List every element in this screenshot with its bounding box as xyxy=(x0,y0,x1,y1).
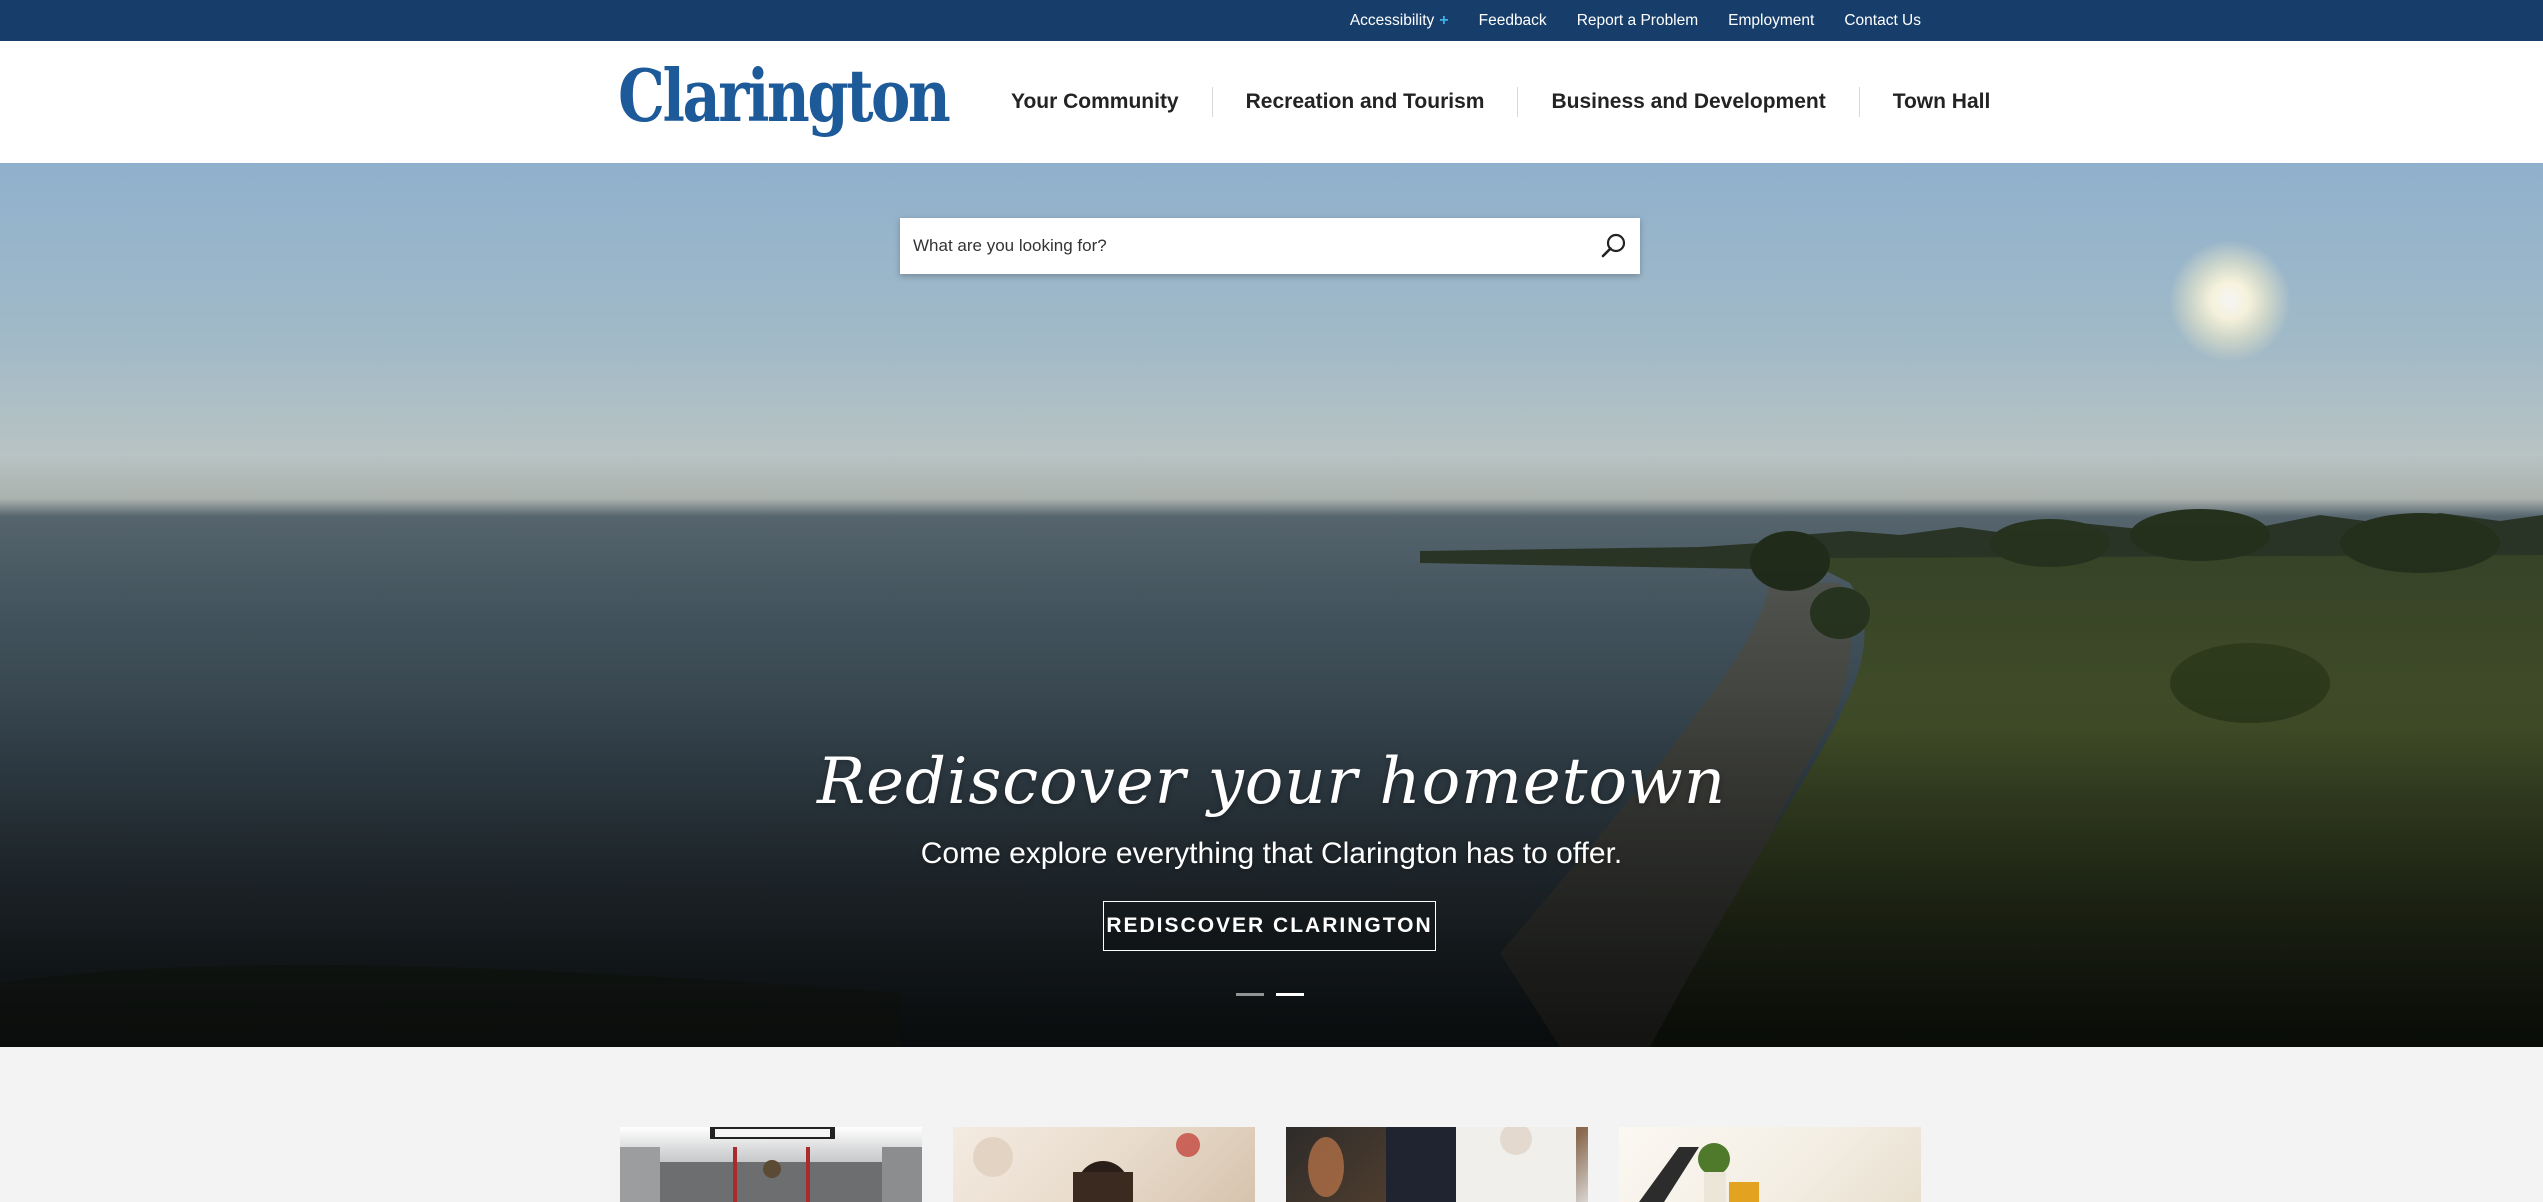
slider-indicators xyxy=(1236,993,1304,996)
slider-dot-2[interactable] xyxy=(1276,993,1304,996)
main-nav: Your Community Recreation and Tourism Bu… xyxy=(978,41,2023,163)
hero-title: Rediscover your hometown xyxy=(816,745,1727,819)
wedding-image xyxy=(1308,1127,1576,1202)
utility-bar: Accessibility + Feedback Report a Proble… xyxy=(0,0,2543,41)
search-box xyxy=(900,218,1640,274)
hero-banner: Rediscover your hometown Come explore ev… xyxy=(0,163,2543,1047)
nav-your-community[interactable]: Your Community xyxy=(978,90,1212,114)
nav-recreation-and-tourism[interactable]: Recreation and Tourism xyxy=(1213,90,1518,114)
feature-card-people[interactable] xyxy=(953,1127,1255,1202)
feature-card-office[interactable] xyxy=(1619,1127,1921,1202)
search-input[interactable] xyxy=(900,218,1580,274)
plus-icon: + xyxy=(1439,11,1449,29)
feature-card-wedding[interactable] xyxy=(1286,1127,1588,1202)
search-icon[interactable] xyxy=(1598,230,1630,262)
accessibility-link[interactable]: Accessibility + xyxy=(1350,12,1449,30)
feedback-link[interactable]: Feedback xyxy=(1479,12,1547,30)
office-desk-image xyxy=(1639,1143,1759,1202)
utility-links: Accessibility + Feedback Report a Proble… xyxy=(1350,0,1921,41)
feature-card-council-chamber[interactable] xyxy=(620,1127,922,1202)
people-image xyxy=(973,1133,1200,1202)
nav-town-hall[interactable]: Town Hall xyxy=(1860,90,2024,114)
clarington-logo[interactable]: Clarington xyxy=(618,53,951,138)
contact-us-link[interactable]: Contact Us xyxy=(1844,12,1921,30)
accessibility-link-label: Accessibility xyxy=(1349,11,1435,29)
report-a-problem-link[interactable]: Report a Problem xyxy=(1577,12,1698,30)
slider-dot-1[interactable] xyxy=(1236,993,1264,996)
employment-link[interactable]: Employment xyxy=(1728,12,1814,30)
nav-business-and-development[interactable]: Business and Development xyxy=(1518,90,1858,114)
hero-subtitle: Come explore everything that Clarington … xyxy=(920,837,1623,870)
rediscover-clarington-button[interactable]: REDISCOVER CLARINGTON xyxy=(1103,901,1436,951)
site-header: Clarington Your Community Recreation and… xyxy=(0,41,2543,163)
feature-cards xyxy=(620,1127,1921,1202)
council-chamber-image xyxy=(620,1127,922,1202)
